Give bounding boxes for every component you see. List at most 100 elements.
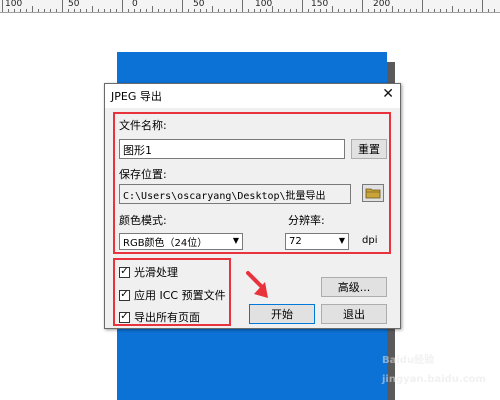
ruler-tick — [392, 6, 393, 12]
ruler-tick — [314, 9, 315, 12]
ruler-tick — [176, 9, 177, 12]
ruler-tick — [134, 9, 135, 12]
ruler-tick — [494, 9, 495, 12]
ruler-tick — [152, 6, 153, 12]
ruler-tick — [122, 0, 123, 12]
ruler-tick — [236, 9, 237, 12]
ruler-tick — [230, 9, 231, 12]
options-highlight-box — [113, 258, 231, 326]
ruler-tick — [104, 9, 105, 12]
ruler-tick — [242, 0, 243, 12]
ruler-tick — [458, 9, 459, 12]
ruler-tick — [26, 9, 27, 12]
ruler-tick — [20, 9, 21, 12]
ruler-tick — [116, 9, 117, 12]
ruler-label: 100 — [5, 0, 23, 9]
ruler-tick — [188, 9, 189, 12]
ruler-tick — [308, 9, 309, 12]
ruler-tick — [440, 9, 441, 12]
dialog-title: JPEG 导出 — [111, 90, 162, 103]
ruler-tick — [302, 0, 303, 12]
ruler-tick — [422, 0, 423, 12]
ruler-tick — [128, 9, 129, 12]
dialog-titlebar[interactable]: JPEG 导出 ✕ — [105, 84, 400, 108]
ruler-tick — [80, 9, 81, 12]
ruler-tick — [182, 0, 183, 12]
ruler-tick — [38, 9, 39, 12]
ruler-tick — [194, 9, 195, 12]
ruler-tick — [260, 9, 261, 12]
ruler-label: 0 — [132, 0, 138, 9]
ruler-tick — [290, 9, 291, 12]
ruler-tick — [332, 6, 333, 12]
ruler-tick — [164, 9, 165, 12]
annotation-arrow-icon — [246, 271, 268, 298]
ruler-tick — [434, 9, 435, 12]
ruler-tick — [362, 0, 363, 12]
ruler-label: 50 — [193, 0, 205, 9]
ruler-label: 200 — [373, 0, 391, 9]
ruler-tick — [356, 9, 357, 12]
ruler-tick — [368, 9, 369, 12]
ruler-tick — [146, 9, 147, 12]
ruler-tick — [200, 9, 201, 12]
ruler-tick — [56, 9, 57, 12]
exit-button[interactable]: 退出 — [321, 304, 387, 324]
ruler-tick — [74, 9, 75, 12]
ruler-tick — [404, 9, 405, 12]
ruler-tick — [350, 9, 351, 12]
ruler-tick — [470, 9, 471, 12]
watermark: Baidu经验 jingyan.baidu.com — [382, 348, 497, 388]
ruler-tick — [410, 9, 411, 12]
advanced-button[interactable]: 高级... — [321, 277, 387, 297]
ruler-tick — [212, 6, 213, 12]
watermark-text: Baidu经验 jingyan.baidu.com — [382, 355, 486, 385]
ruler-tick — [464, 9, 465, 12]
settings-highlight-box — [113, 112, 391, 254]
ruler-tick — [296, 9, 297, 12]
ruler-tick — [476, 9, 477, 12]
ruler-tick — [266, 9, 267, 12]
ruler-tick — [428, 9, 429, 12]
ruler-tick — [92, 6, 93, 12]
ruler-tick — [206, 9, 207, 12]
ruler-tick — [2, 0, 3, 12]
ruler-tick — [446, 9, 447, 12]
ruler-tick — [68, 9, 69, 12]
ruler-tick — [50, 9, 51, 12]
ruler-tick — [170, 9, 171, 12]
ruler-tick — [86, 9, 87, 12]
ruler-tick — [320, 9, 321, 12]
horizontal-ruler: 100 50 0 50 100 150 200 — [0, 0, 500, 13]
close-icon[interactable]: ✕ — [382, 86, 394, 102]
ruler-tick — [338, 9, 339, 12]
ruler-label: 50 — [68, 0, 80, 9]
ruler-tick — [272, 6, 273, 12]
ruler-tick — [140, 9, 141, 12]
ruler-tick — [62, 0, 63, 12]
ruler-tick — [380, 9, 381, 12]
ruler-tick — [374, 9, 375, 12]
ruler-tick — [254, 9, 255, 12]
start-button[interactable]: 开始 — [249, 304, 315, 324]
ruler-tick — [452, 6, 453, 12]
ruler-label: 150 — [311, 0, 329, 9]
ruler-tick — [8, 9, 9, 12]
ruler-tick — [344, 9, 345, 12]
ruler-tick — [110, 9, 111, 12]
ruler-tick — [398, 9, 399, 12]
ruler-tick — [482, 0, 483, 12]
ruler-tick — [278, 9, 279, 12]
ruler-tick — [326, 9, 327, 12]
ruler-tick — [248, 9, 249, 12]
ruler-tick — [218, 9, 219, 12]
ruler-tick — [32, 6, 33, 12]
ruler-tick — [386, 9, 387, 12]
ruler-label: 100 — [255, 0, 273, 9]
ruler-tick — [44, 9, 45, 12]
ruler-tick — [98, 9, 99, 12]
ruler-tick — [416, 9, 417, 12]
ruler-tick — [488, 9, 489, 12]
ruler-tick — [14, 9, 15, 12]
ruler-tick — [224, 9, 225, 12]
